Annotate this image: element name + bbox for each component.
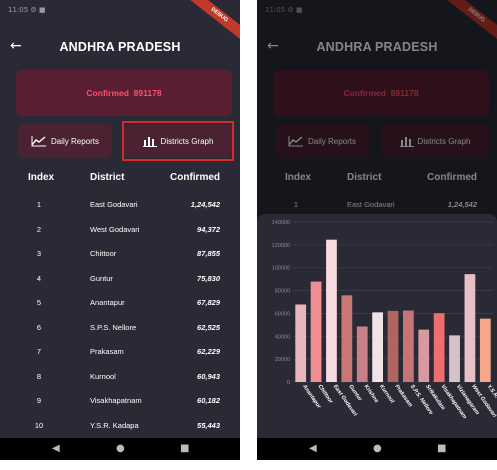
row-district: Chittoor [90, 249, 117, 258]
row-index: 2 [36, 224, 42, 234]
line-chart-icon [31, 136, 46, 147]
page-title: ANDHRA PRADESH [59, 40, 181, 54]
row-index: 9 [36, 396, 42, 405]
y-tick-label: 0 [287, 380, 290, 386]
bar-srikakulam[interactable] [418, 329, 430, 382]
table-header: Index District Confirmed [0, 172, 240, 186]
confirmed-card: Confirmed 891178 [16, 70, 232, 116]
row-confirmed: 62,525 [197, 322, 220, 332]
x-tick-label: Krishna [363, 384, 380, 404]
table-row[interactable]: 8 Kurnool 60,943 [0, 372, 240, 386]
bar-prakasam[interactable] [387, 310, 399, 382]
row-district: Kurnool [90, 371, 116, 381]
daily-reports-label: Daily Reports [50, 136, 99, 146]
table-row[interactable]: 1 East Godavari 1,24,542 [0, 200, 240, 214]
header-index: Index [28, 172, 55, 183]
bar-y-s-r-kadapa[interactable] [479, 318, 491, 382]
bar-s-p-s-nellore[interactable] [403, 310, 414, 382]
bar-chittoor[interactable] [310, 281, 322, 382]
y-tick-label: 40000 [275, 334, 290, 340]
back-nav-icon[interactable]: ◀ [309, 438, 317, 460]
app-bar: ← ANDHRA PRADESH [0, 28, 240, 68]
row-confirmed: 75,830 [197, 273, 220, 283]
header-district: District [90, 172, 125, 183]
districts-bar-chart: 020000400006000080000100000120000140000A… [272, 220, 497, 420]
row-district: Anantapur [90, 298, 125, 307]
bar-vizianagaram[interactable] [449, 335, 460, 382]
row-district: Prakasam [90, 347, 124, 356]
row-index: 7 [36, 347, 42, 356]
bar-anantapur[interactable] [295, 304, 307, 382]
y-tick-label: 60000 [275, 311, 290, 317]
highlight-box [122, 121, 234, 161]
bar-west-godavari[interactable] [464, 274, 476, 382]
row-district: Guntur [90, 273, 113, 283]
y-tick-label: 80000 [275, 289, 290, 295]
row-district: S.P.S. Nellore [90, 322, 137, 332]
row-index: 4 [36, 273, 42, 283]
back-nav-icon[interactable]: ◀ [52, 438, 60, 460]
bar-krishna[interactable] [356, 326, 368, 382]
table-row[interactable]: 4 Guntur 75,830 [0, 274, 240, 288]
row-index: 3 [36, 249, 42, 258]
confirmed-value: 891178 [133, 88, 162, 98]
row-district: Y.S.R. Kadapa [90, 420, 139, 430]
x-tick-label: Guntur [347, 384, 363, 403]
row-district: East Godavari [90, 200, 138, 209]
row-confirmed: 60,943 [197, 371, 220, 381]
confirmed-label: Confirmed [86, 88, 129, 98]
row-confirmed: 1,24,542 [190, 200, 220, 209]
row-index: 1 [36, 200, 42, 209]
row-district: Visakhapatnam [90, 396, 142, 405]
row-index: 5 [36, 298, 42, 307]
bar-guntur[interactable] [341, 295, 353, 382]
left-phone-screen: 11:05 ⚙ ■ DEBUG ← ANDHRA PRADESH Confirm… [0, 0, 240, 460]
table-row[interactable]: 2 West Godavari 94,372 [0, 225, 240, 239]
row-index: 8 [36, 371, 42, 381]
y-tick-label: 20000 [275, 357, 290, 363]
row-district: West Godavari [90, 224, 140, 234]
table-row[interactable]: 7 Prakasam 62,229 [0, 347, 240, 361]
districts-graph-sheet: 0 20000 40000 60000 80000 100000 120000 140000 A… [257, 214, 497, 438]
recents-nav-icon[interactable]: ■ [437, 438, 446, 460]
table-row[interactable]: 3 Chittoor 87,855 [0, 249, 240, 263]
nav-bar: ◀ ● ■ [0, 438, 240, 460]
home-nav-icon[interactable]: ● [116, 438, 125, 460]
table-row[interactable]: 5 Anantapur 67,829 [0, 298, 240, 312]
header-confirmed: Confirmed [170, 172, 220, 183]
recents-nav-icon[interactable]: ■ [180, 438, 189, 460]
right-phone-screen: 11:05 ⚙ ■ DEBUG ← ANDHRA PRADESH Confirm… [257, 0, 497, 460]
row-confirmed: 67,829 [197, 298, 220, 307]
x-tick-label: Kurnool [378, 384, 395, 405]
nav-bar: ◀ ● ■ [257, 438, 497, 460]
row-confirmed: 62,229 [197, 347, 220, 356]
row-confirmed: 60,182 [197, 396, 220, 405]
table-row[interactable]: 10 Y.S.R. Kadapa 55,443 [0, 421, 240, 435]
y-tick-label: 120000 [272, 243, 290, 249]
y-tick-label: 100000 [272, 266, 290, 272]
row-confirmed: 55,443 [197, 420, 220, 430]
row-index: 10 [34, 420, 44, 430]
home-nav-icon[interactable]: ● [373, 438, 382, 460]
bar-kurnool[interactable] [372, 312, 383, 382]
row-confirmed: 94,372 [197, 224, 220, 234]
bar-visakhapatnam[interactable] [433, 313, 445, 382]
row-confirmed: 87,855 [197, 249, 220, 258]
y-tick-label: 140000 [272, 220, 290, 226]
table-row[interactable]: 6 S.P.S. Nellore 62,525 [0, 323, 240, 337]
table-row[interactable]: 9 Visakhapatnam 60,182 [0, 396, 240, 410]
row-index: 6 [36, 322, 42, 332]
daily-reports-button[interactable]: Daily Reports [18, 124, 112, 158]
bar-east-godavari[interactable] [326, 239, 337, 382]
